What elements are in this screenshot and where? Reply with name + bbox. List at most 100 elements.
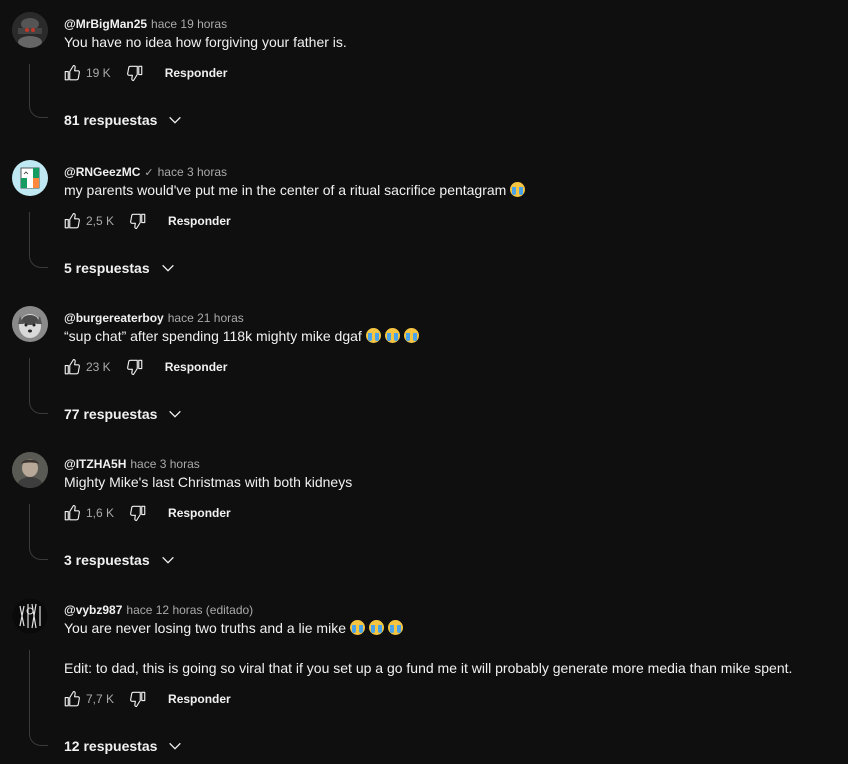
comment-text-edit: Edit: to dad, this is going so viral tha…: [64, 658, 792, 678]
like-count: 19 K: [86, 66, 111, 80]
thumb-down-icon: [126, 359, 142, 376]
reply-button[interactable]: Responder: [168, 214, 231, 228]
author-name[interactable]: @ITZHA5H: [64, 457, 126, 471]
avatar-husky-dog-icon: [12, 306, 48, 342]
author-name[interactable]: @MrBigMan25: [64, 17, 147, 31]
like-count: 2,5 K: [86, 214, 115, 228]
dislike-button[interactable]: [126, 209, 150, 233]
comment-text: my parents would've put me in the center…: [64, 180, 526, 200]
comment-header: @ITZHA5H hace 3 horas: [64, 456, 200, 472]
loudly-crying-face-emoji-icon: [368, 620, 384, 635]
comment-actions: 7,7 K Responder: [60, 687, 231, 711]
verified-check-icon: ✓: [144, 166, 154, 179]
thumb-up-icon: [64, 64, 80, 81]
avatar[interactable]: [12, 452, 48, 488]
thumb-down-icon: [130, 505, 146, 522]
replies-count: 5 respuestas: [64, 260, 150, 276]
replies-toggle[interactable]: 3 respuestas: [64, 550, 176, 570]
reply-button[interactable]: Responder: [165, 360, 228, 374]
dislike-button[interactable]: [123, 61, 147, 85]
dislike-button[interactable]: [126, 501, 150, 525]
loudly-crying-face-emoji-icon: [403, 328, 419, 343]
like-button[interactable]: [60, 61, 84, 85]
like-button[interactable]: [60, 209, 84, 233]
comment-text-line: “sup chat” after spending 118k mighty mi…: [64, 328, 362, 344]
replies-count: 77 respuestas: [64, 406, 158, 422]
author-name[interactable]: @burgereaterboy: [64, 311, 164, 325]
loudly-crying-face-emoji-icon: [349, 620, 365, 635]
like-count: 23 K: [86, 360, 111, 374]
reply-button[interactable]: Responder: [165, 66, 228, 80]
author-name[interactable]: @RNGeezMC: [64, 165, 140, 179]
replies-toggle[interactable]: 77 respuestas: [64, 404, 183, 424]
avatar-photo-person-icon: [12, 452, 48, 488]
like-button[interactable]: [60, 355, 84, 379]
thumb-up-icon: [64, 358, 80, 375]
thread-line: [29, 504, 48, 560]
thread-line: [29, 650, 48, 746]
author-name[interactable]: @vybz987: [64, 603, 122, 617]
replies-count: 3 respuestas: [64, 552, 150, 568]
avatar-black-white-artwork-icon: [12, 598, 48, 634]
thumb-up-icon: [64, 504, 80, 521]
comment-actions: 2,5 K Responder: [60, 209, 231, 233]
chevron-down-icon: [161, 556, 174, 564]
thread-line: [29, 358, 48, 414]
replies-count: 12 respuestas: [64, 738, 158, 754]
replies-toggle[interactable]: 12 respuestas: [64, 736, 183, 756]
replies-count: 81 respuestas: [64, 112, 158, 128]
comment-text-line: Edit: to dad, this is going so viral tha…: [64, 660, 793, 676]
thread-line: [29, 212, 48, 268]
dislike-button[interactable]: [126, 687, 150, 711]
comment-actions: 23 K Responder: [60, 355, 227, 379]
thread-line: [29, 64, 48, 118]
avatar[interactable]: [12, 12, 48, 48]
comment-actions: 19 K Responder: [60, 61, 227, 85]
loudly-crying-face-emoji-icon: [510, 182, 526, 197]
like-button[interactable]: [60, 501, 84, 525]
comment-time[interactable]: hace 3 horas: [130, 457, 199, 471]
thumb-down-icon: [130, 691, 146, 708]
chevron-down-icon: [169, 742, 182, 750]
thumb-down-icon: [130, 213, 146, 230]
replies-toggle[interactable]: 81 respuestas: [64, 110, 183, 130]
comment-header: @vybz987 hace 12 horas (editado): [64, 602, 253, 618]
reply-button[interactable]: Responder: [168, 506, 231, 520]
avatar-irish-flag-cartoon-icon: [12, 160, 48, 196]
chevron-down-icon: [161, 264, 174, 272]
avatar[interactable]: [12, 160, 48, 196]
comment-text: You have no idea how forgiving your fath…: [64, 32, 347, 52]
like-count: 1,6 K: [86, 506, 115, 520]
avatar[interactable]: [12, 306, 48, 342]
comment-header: @MrBigMan25 hace 19 horas: [64, 16, 227, 32]
comment-text-line: You are never losing two truths and a li…: [64, 620, 346, 636]
comment-time[interactable]: hace 3 horas: [158, 165, 227, 179]
comment-time[interactable]: hace 21 horas: [168, 311, 244, 325]
avatar-dark-figure-icon: [12, 12, 48, 48]
comment-text: “sup chat” after spending 118k mighty mi…: [64, 326, 419, 346]
replies-toggle[interactable]: 5 respuestas: [64, 258, 176, 278]
comment-time[interactable]: hace 19 horas: [151, 17, 227, 31]
comment-header: @burgereaterboy hace 21 horas: [64, 310, 244, 326]
loudly-crying-face-emoji-icon: [384, 328, 400, 343]
thumb-up-icon: [64, 212, 80, 229]
loudly-crying-face-emoji-icon: [387, 620, 403, 635]
like-count: 7,7 K: [86, 692, 115, 706]
thumb-down-icon: [126, 65, 142, 82]
comment-time[interactable]: hace 12 horas (editado): [126, 603, 253, 617]
avatar[interactable]: [12, 598, 48, 634]
chevron-down-icon: [169, 410, 182, 418]
comment-text-line: You have no idea how forgiving your fath…: [64, 34, 347, 50]
comment-text: Mighty Mike's last Christmas with both k…: [64, 472, 352, 492]
comment-header: @RNGeezMC ✓ hace 3 horas: [64, 164, 227, 180]
comment-text: You are never losing two truths and a li…: [64, 618, 403, 638]
chevron-down-icon: [169, 116, 182, 124]
dislike-button[interactable]: [123, 355, 147, 379]
comment-actions: 1,6 K Responder: [60, 501, 231, 525]
comment-text-line: Mighty Mike's last Christmas with both k…: [64, 474, 353, 490]
comments-section: @MrBigMan25 hace 19 horas You have no id…: [0, 0, 848, 764]
like-button[interactable]: [60, 687, 84, 711]
reply-button[interactable]: Responder: [168, 692, 231, 706]
loudly-crying-face-emoji-icon: [365, 328, 381, 343]
comment-text-line: my parents would've put me in the center…: [64, 182, 507, 198]
